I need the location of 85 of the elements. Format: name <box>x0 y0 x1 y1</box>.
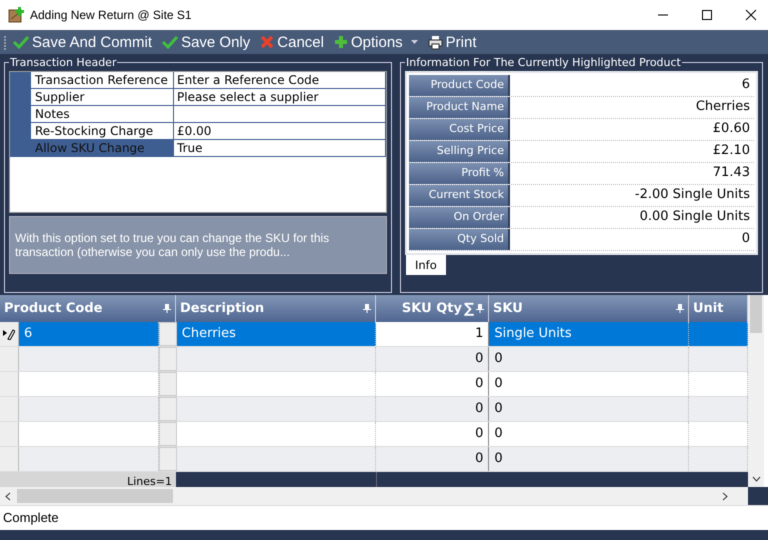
table-cell: 6 <box>18 322 159 346</box>
cell-button[interactable] <box>158 397 177 421</box>
cell-button[interactable] <box>158 447 177 471</box>
property-value[interactable]: £0.00 <box>174 123 386 139</box>
info-value: £0.60 <box>712 120 751 138</box>
property-label[interactable]: Supplier <box>31 89 174 105</box>
info-value: Cherries <box>694 98 751 116</box>
info-value: 0 <box>740 230 751 248</box>
property-value[interactable]: Please select a supplier <box>174 89 386 105</box>
plus-icon <box>334 35 348 49</box>
table-cell: 0 <box>376 397 490 421</box>
header-text: SKU Qty <box>400 301 462 316</box>
toolbar-button[interactable]: Save Only <box>158 34 254 50</box>
maximize-icon[interactable] <box>701 9 713 21</box>
group-title: Transaction Header <box>9 56 118 69</box>
cell-button[interactable] <box>158 322 177 346</box>
table-cell: 0 <box>489 397 690 421</box>
header-text: SKU <box>493 301 524 316</box>
header-text: Unit <box>693 301 724 316</box>
table-cell: 0 <box>489 372 690 396</box>
vertical-scrollbar[interactable] <box>748 295 764 487</box>
cell-button[interactable] <box>158 347 177 371</box>
table-cell: 0 <box>489 447 690 471</box>
header-text: Description <box>180 301 266 316</box>
info-value: £2.10 <box>712 142 751 160</box>
table-cell: Cherries <box>176 322 376 346</box>
description-text: With this option set to true you can change the SKU for this transaction (otherwise you can only use the produ... <box>9 216 387 274</box>
table-cell <box>689 322 748 346</box>
horizontal-scrollbar[interactable] <box>0 487 748 505</box>
group-title: Information For The Currently Highlighted Product <box>405 56 682 69</box>
window-title: Adding New Return @ Site S1 <box>30 8 192 22</box>
info-label: Profit % <box>409 163 510 184</box>
info-value: 71.43 <box>712 164 751 182</box>
scroll-thumb[interactable] <box>750 295 762 333</box>
pin-icon[interactable] <box>476 304 484 313</box>
info-value: 6 <box>740 76 751 94</box>
toolbar-button[interactable]: Save And Commit <box>9 34 156 50</box>
property-label[interactable]: Transaction Reference <box>31 72 174 88</box>
chevron-down-icon[interactable] <box>752 476 760 482</box>
printer-icon <box>428 34 443 50</box>
summary-cell: Lines=1 <box>0 472 176 487</box>
table-cell: 0 <box>376 422 490 446</box>
check-icon <box>162 35 178 49</box>
tab[interactable]: Info <box>406 255 446 275</box>
table-cell: 0 <box>376 372 490 396</box>
caret-icon <box>410 40 418 44</box>
cross-icon <box>260 35 274 49</box>
info-value: 0.00 Single Units <box>638 208 751 226</box>
info-value: -2.00 Single Units <box>634 186 751 204</box>
property-label[interactable]: Notes <box>31 106 174 122</box>
info-label: On Order <box>409 207 510 228</box>
row-selector[interactable] <box>0 322 19 346</box>
toolbar-button[interactable]: Cancel <box>256 34 328 50</box>
scroll-thumb[interactable] <box>17 489 173 503</box>
property-value[interactable]: Enter a Reference Code <box>174 72 386 88</box>
table-cell: 0 <box>489 347 690 371</box>
check-icon <box>13 35 29 49</box>
table-cell: 0 <box>376 347 490 371</box>
info-label: Current Stock <box>409 185 510 206</box>
toolbar-button[interactable]: Print <box>424 34 481 50</box>
property-label[interactable]: Re-Stocking Charge <box>31 123 174 139</box>
info-label: Product Code <box>409 75 510 96</box>
pencil-icon <box>2 328 15 340</box>
info-label: Selling Price <box>409 141 510 162</box>
header-text: Product Code <box>4 301 104 316</box>
table-cell: 0 <box>489 422 690 446</box>
sum-symbol: ∑ <box>464 300 474 316</box>
toolbar-button[interactable]: Options <box>330 34 422 50</box>
pin-icon[interactable] <box>676 304 684 313</box>
chevron-right-icon[interactable] <box>722 492 728 500</box>
chevron-left-icon[interactable] <box>5 492 11 500</box>
pin-icon[interactable] <box>363 304 371 313</box>
close-icon[interactable] <box>745 9 757 21</box>
table-cell: 0 <box>376 447 490 471</box>
grip-icon[interactable] <box>3 33 7 51</box>
info-label: Cost Price <box>409 119 510 140</box>
pin-icon[interactable] <box>163 304 171 313</box>
cell-button[interactable] <box>158 372 177 396</box>
table-cell: Single Units <box>489 322 690 346</box>
property-value[interactable]: True <box>174 140 386 156</box>
app-icon <box>8 7 24 23</box>
info-label: Product Name <box>409 97 510 118</box>
status-bar: Complete <box>0 505 768 530</box>
cell-button[interactable] <box>158 422 177 446</box>
info-label: Qty Sold <box>409 229 510 250</box>
